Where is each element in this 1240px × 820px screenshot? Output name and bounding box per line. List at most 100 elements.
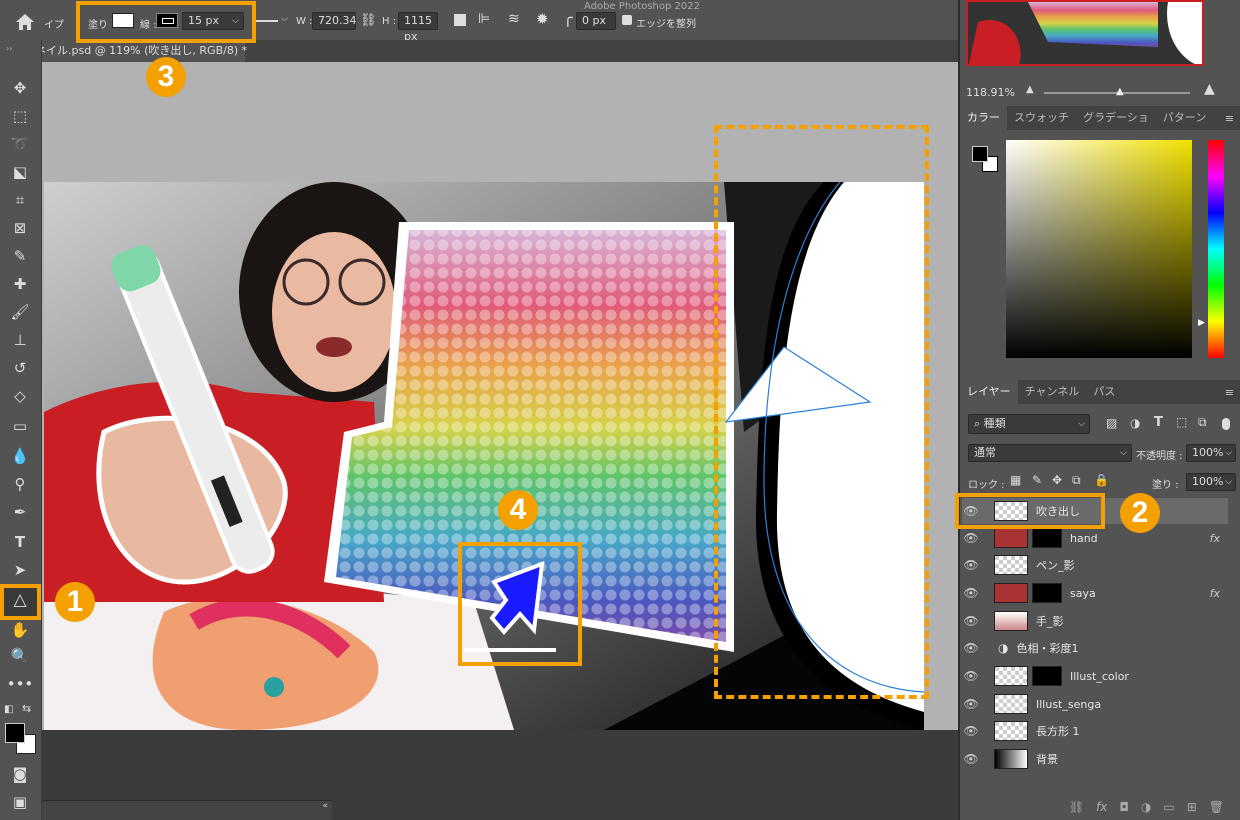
fx-badge[interactable]: fx <box>1210 532 1220 545</box>
filter-shape-icon[interactable]: ⬚ <box>1176 415 1187 429</box>
hand-tool-icon[interactable]: ✋ <box>8 618 32 642</box>
filter-type-icon[interactable]: T <box>1154 415 1163 430</box>
hue-slider[interactable] <box>1208 140 1224 358</box>
eyedropper-tool-icon[interactable]: ✎ <box>8 244 32 268</box>
corner-radius-field[interactable]: 0 px <box>576 12 616 30</box>
color-fg-swatch[interactable] <box>972 146 988 162</box>
quick-mask-icon[interactable]: ◙ <box>8 762 32 786</box>
path-select-tool-icon[interactable]: ➤ <box>8 558 32 582</box>
eye-icon[interactable]: 👁 <box>962 752 980 766</box>
filter-adjustment-icon[interactable]: ◑ <box>1130 416 1140 430</box>
foreground-color-swatch[interactable] <box>5 723 25 743</box>
zoom-slider-handle[interactable]: ▲ <box>1116 86 1124 97</box>
type-tool-icon[interactable]: T <box>8 530 32 554</box>
lock-artboard-icon[interactable]: ⧉ <box>1072 473 1081 488</box>
history-brush-icon[interactable]: ↺ <box>8 356 32 380</box>
eye-icon[interactable]: 👁 <box>962 669 980 683</box>
stroke-type-line[interactable] <box>256 20 278 22</box>
tab-patterns[interactable]: パターン <box>1156 106 1213 130</box>
link-layers-icon[interactable]: ⛓ <box>1069 800 1084 814</box>
blend-mode-select[interactable]: 通常 ⌵ <box>968 444 1132 462</box>
layer-fill-field[interactable]: 100% ⌵ <box>1186 473 1236 491</box>
opacity-field[interactable]: 100% ⌵ <box>1186 444 1236 462</box>
width-field[interactable]: 720.34 <box>312 12 357 30</box>
eye-icon[interactable]: 👁 <box>962 558 980 572</box>
fx-badge[interactable]: fx <box>1210 587 1220 600</box>
tab-channels[interactable]: チャンネル <box>1018 380 1087 404</box>
marquee-tool-icon[interactable]: ⬚ <box>8 104 32 128</box>
zoom-tool-icon[interactable]: 🔍 <box>8 644 32 668</box>
tab-layers[interactable]: レイヤー <box>960 380 1018 404</box>
stamp-tool-icon[interactable]: ⊥ <box>8 328 32 352</box>
add-mask-icon[interactable]: ◘ <box>1119 800 1129 814</box>
move-tool-icon[interactable]: ✥ <box>8 76 32 100</box>
tab-swatches[interactable]: スウォッチ <box>1007 106 1076 130</box>
eye-icon[interactable]: 👁 <box>962 586 980 600</box>
link-icon[interactable]: ⛓ <box>360 13 377 28</box>
blur-tool-icon[interactable]: 💧 <box>8 444 32 468</box>
screen-mode-icon[interactable]: ▣ <box>8 790 32 814</box>
zoom-value[interactable]: 118.91% <box>966 86 1015 99</box>
path-arrange-icon[interactable]: ≋ <box>508 11 520 27</box>
align-edges-checkbox[interactable] <box>622 15 632 25</box>
eye-icon[interactable]: 👁 <box>962 531 980 545</box>
eye-icon[interactable]: 👁 <box>962 697 980 711</box>
frame-tool-icon[interactable]: ⊠ <box>8 216 32 240</box>
new-group-icon[interactable]: ▭ <box>1163 800 1174 814</box>
layer-filter-select[interactable]: ⌕ 種類 ⌵ <box>968 414 1090 434</box>
color-field[interactable] <box>1006 140 1192 358</box>
lock-position-icon[interactable]: ✥ <box>1052 473 1062 487</box>
lasso-tool-icon[interactable]: ➰ <box>8 132 32 156</box>
lock-pixels-icon[interactable]: ✎ <box>1032 473 1042 487</box>
filter-pixel-icon[interactable]: ▨ <box>1106 416 1117 430</box>
layer-row[interactable]: 👁 手_影 <box>962 608 1228 634</box>
zoom-in-icon[interactable]: ▲ <box>1204 81 1215 97</box>
brush-tool-icon[interactable]: 🖌 <box>8 300 32 324</box>
filter-toggle[interactable] <box>1222 418 1230 430</box>
tab-gradients[interactable]: グラデーショ <box>1076 106 1156 130</box>
tab-color[interactable]: カラー <box>960 106 1007 130</box>
default-colors-icon[interactable]: ◧ <box>4 704 13 715</box>
lock-all-icon[interactable]: 🔒 <box>1094 473 1109 487</box>
gear-icon[interactable]: ✹ <box>536 10 549 28</box>
zoom-out-icon[interactable]: ▲ <box>1026 84 1034 95</box>
eye-icon[interactable]: 👁 <box>962 641 980 655</box>
panel-menu-icon[interactable]: ≡ <box>1225 112 1240 125</box>
adjustment-layer-icon[interactable]: ◑ <box>1141 800 1151 814</box>
filter-smart-icon[interactable]: ⧉ <box>1198 415 1207 430</box>
shape-mode-label[interactable]: イプ <box>44 16 64 31</box>
object-select-tool-icon[interactable]: ⬕ <box>8 160 32 184</box>
path-align-icon[interactable]: ⊫ <box>478 11 490 27</box>
navigator-preview[interactable] <box>966 0 1204 66</box>
new-layer-icon[interactable]: ⊞ <box>1187 800 1197 814</box>
swap-colors-icon[interactable]: ⇆ <box>22 702 31 715</box>
crop-tool-icon[interactable]: ⌗ <box>8 188 32 212</box>
dodge-tool-icon[interactable]: ⚲ <box>8 472 32 496</box>
fx-icon[interactable]: fx <box>1096 800 1107 814</box>
panel-menu-icon[interactable]: ≡ <box>1225 386 1240 399</box>
more-tools-icon[interactable]: ••• <box>7 672 34 696</box>
eraser-tool-icon[interactable]: ◇ <box>8 384 32 408</box>
collapse-icon[interactable]: « <box>322 801 328 811</box>
height-field[interactable]: 1115 px <box>398 12 438 43</box>
layer-row[interactable]: 👁 背景 <box>962 746 1228 772</box>
layer-row[interactable]: 👁 Illust_color <box>962 663 1228 689</box>
layer-row[interactable]: 👁 Illust_senga <box>962 691 1228 717</box>
expand-icon[interactable]: ›› <box>6 44 12 53</box>
eye-icon[interactable]: 👁 <box>962 724 980 738</box>
trash-icon[interactable]: 🗑 <box>1209 800 1224 814</box>
hue-handle-icon[interactable]: ▶ <box>1198 318 1205 328</box>
path-ops-icon[interactable] <box>454 14 466 26</box>
gradient-tool-icon[interactable]: ▭ <box>8 414 32 438</box>
layer-row[interactable]: 👁 長方形 1 <box>962 718 1228 744</box>
healing-tool-icon[interactable]: ✚ <box>8 272 32 296</box>
layer-row[interactable]: 👁 ペン_影 <box>962 552 1228 578</box>
layer-row[interactable]: 👁 ◑ 色相・彩度1 <box>962 635 1228 661</box>
home-icon[interactable] <box>14 12 36 32</box>
tab-paths[interactable]: パス <box>1086 380 1122 404</box>
lock-transparent-icon[interactable]: ▦ <box>1010 473 1021 487</box>
pen-tool-icon[interactable]: ✒ <box>8 500 32 524</box>
eye-icon[interactable]: 👁 <box>962 614 980 628</box>
layer-row[interactable]: 👁 saya fx <box>962 580 1228 606</box>
chevron-down-icon[interactable]: ⌵ <box>281 14 288 24</box>
